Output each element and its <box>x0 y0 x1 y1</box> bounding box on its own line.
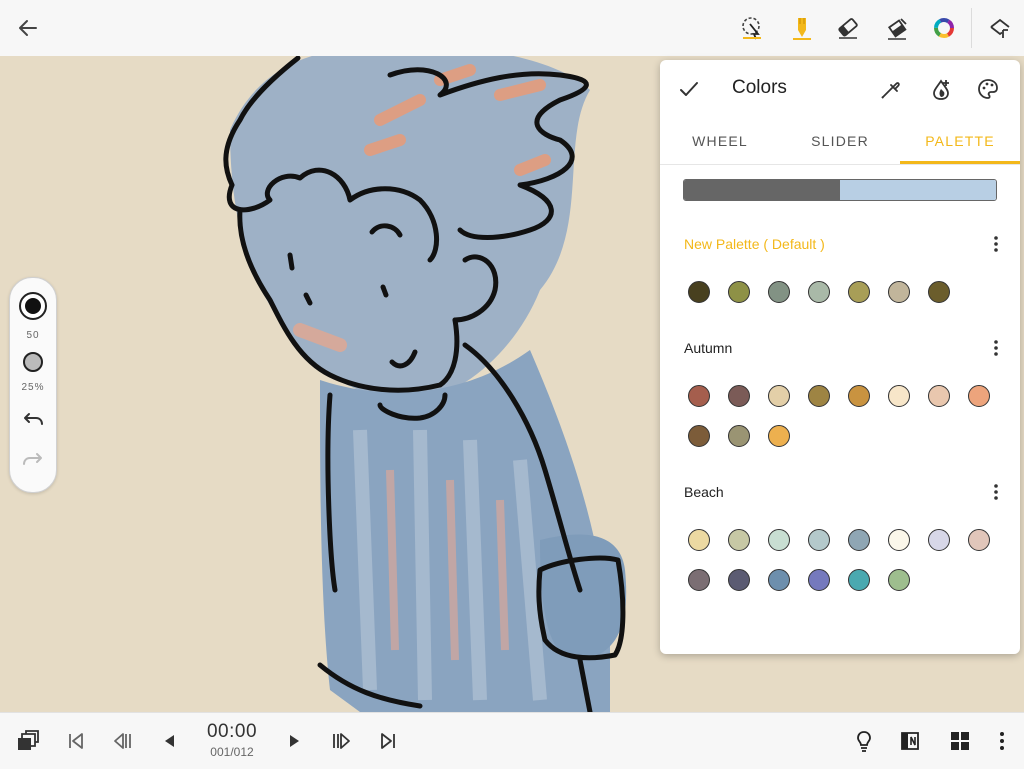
color-swatch[interactable] <box>808 385 830 407</box>
brush-size-label: 50 <box>26 330 40 341</box>
next-keyframe-icon[interactable] <box>328 729 352 753</box>
color-swatch[interactable] <box>928 385 950 407</box>
active-tab-indicator <box>900 161 1020 164</box>
color-swatch[interactable] <box>688 385 710 407</box>
color-swatch[interactable] <box>888 385 910 407</box>
palette-menu-icon[interactable] <box>990 482 1002 502</box>
color-swatch[interactable] <box>688 281 710 303</box>
color-swatch[interactable] <box>848 529 870 551</box>
color-swatch[interactable] <box>728 385 750 407</box>
grid-view-icon[interactable] <box>948 729 972 753</box>
color-swatch[interactable] <box>808 529 830 551</box>
current-time: 00:00 <box>206 721 258 742</box>
brush-icon[interactable] <box>788 14 816 42</box>
color-swatch[interactable] <box>768 281 790 303</box>
color-swatch[interactable] <box>968 385 990 407</box>
color-swatch[interactable] <box>688 529 710 551</box>
color-swatch[interactable] <box>728 569 750 591</box>
color-preview-bar <box>683 179 997 201</box>
palette-icon[interactable] <box>976 77 1000 101</box>
confirm-check-icon[interactable] <box>678 78 700 100</box>
timecode-display: 00:00 001/012 <box>200 721 264 759</box>
paint-bucket-icon[interactable] <box>883 14 911 42</box>
toolbar-divider <box>971 8 972 48</box>
tab-slider[interactable]: SLIDER <box>780 124 900 164</box>
top-toolbar <box>0 0 1024 57</box>
color-swatch[interactable] <box>848 281 870 303</box>
previous-keyframe-icon[interactable] <box>112 729 136 753</box>
color-swatch[interactable] <box>688 425 710 447</box>
color-swatch[interactable] <box>808 281 830 303</box>
eraser-icon[interactable] <box>834 14 862 42</box>
color-swatch[interactable] <box>768 385 790 407</box>
brush-opacity-label: 25% <box>21 382 45 393</box>
palette-title-default: New Palette ( Default ) <box>684 236 825 252</box>
color-swatch[interactable] <box>688 569 710 591</box>
color-swatch[interactable] <box>768 425 790 447</box>
onion-skin-icon[interactable] <box>852 729 876 753</box>
colors-panel: Colors WHEEL SLIDER PALETTE New Palette … <box>660 60 1020 654</box>
tab-palette[interactable]: PALETTE <box>900 124 1020 164</box>
timeline-bar: 00:00 001/012 <box>0 712 1024 769</box>
eyedropper-icon[interactable] <box>879 77 903 101</box>
first-frame-icon[interactable] <box>64 729 88 753</box>
palette-title-autumn: Autumn <box>684 340 733 356</box>
previous-frame-icon[interactable] <box>158 729 182 753</box>
undo-icon[interactable] <box>21 409 45 433</box>
palette-title-beach: Beach <box>684 484 724 500</box>
color-wheel-icon[interactable] <box>930 14 958 42</box>
layers-stack-icon[interactable] <box>16 729 40 753</box>
color-swatch[interactable] <box>728 425 750 447</box>
palette-menu-icon[interactable] <box>990 338 1002 358</box>
color-swatch[interactable] <box>928 529 950 551</box>
color-swatch[interactable] <box>968 529 990 551</box>
frame-counter: 001/012 <box>210 745 254 759</box>
color-swatch[interactable] <box>808 569 830 591</box>
layers-undo-icon[interactable] <box>986 14 1014 42</box>
color-swatch[interactable] <box>848 569 870 591</box>
notebook-icon[interactable] <box>898 729 922 753</box>
lasso-select-icon[interactable] <box>738 14 766 42</box>
color-add-icon[interactable] <box>929 77 953 101</box>
color-swatch[interactable] <box>888 569 910 591</box>
color-mode-tabs: WHEEL SLIDER PALETTE <box>660 124 1020 165</box>
more-vertical-icon[interactable] <box>990 729 1014 753</box>
redo-icon[interactable] <box>21 449 45 473</box>
panel-title: Colors <box>732 77 787 98</box>
current-color-swatch <box>840 180 996 200</box>
brush-settings-panel: 50 25% <box>9 277 57 493</box>
color-swatch[interactable] <box>888 529 910 551</box>
tab-wheel[interactable]: WHEEL <box>660 124 780 164</box>
color-swatch[interactable] <box>768 569 790 591</box>
color-swatch[interactable] <box>848 385 870 407</box>
color-swatch[interactable] <box>928 281 950 303</box>
brush-size-icon[interactable] <box>18 291 48 321</box>
previous-color-swatch <box>684 180 840 200</box>
color-swatch[interactable] <box>728 529 750 551</box>
brush-opacity-icon[interactable] <box>22 351 44 373</box>
color-swatch[interactable] <box>728 281 750 303</box>
color-swatch[interactable] <box>768 529 790 551</box>
next-frame-icon[interactable] <box>282 729 306 753</box>
palette-menu-icon[interactable] <box>990 234 1002 254</box>
color-swatch[interactable] <box>888 281 910 303</box>
last-frame-icon[interactable] <box>376 729 400 753</box>
back-arrow-icon[interactable] <box>14 14 42 42</box>
